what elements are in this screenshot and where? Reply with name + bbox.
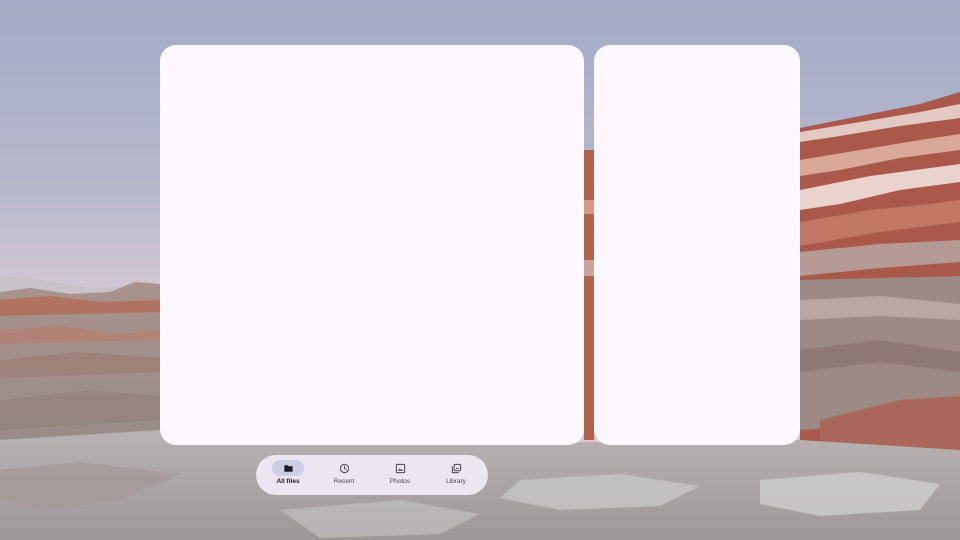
desktop: All files Recent Photos Library bbox=[0, 0, 960, 540]
nav-label: Library bbox=[446, 478, 466, 485]
nav-item-library[interactable]: Library bbox=[430, 455, 482, 495]
nav-label: Recent bbox=[333, 478, 355, 485]
side-panel bbox=[594, 45, 800, 445]
nav-item-photos[interactable]: Photos bbox=[374, 455, 426, 495]
nav-label: Photos bbox=[389, 478, 411, 485]
active-indicator bbox=[272, 460, 304, 476]
folder-icon bbox=[283, 464, 293, 472]
nav-item-recent[interactable]: Recent bbox=[318, 455, 370, 495]
clock-icon bbox=[339, 463, 349, 473]
nav-label: All files bbox=[276, 478, 300, 485]
nav-item-all-files[interactable]: All files bbox=[262, 455, 314, 495]
image-icon bbox=[395, 463, 405, 473]
main-panel bbox=[160, 45, 584, 445]
library-icon bbox=[451, 463, 461, 473]
bottom-navigation-bar: All files Recent Photos Library bbox=[256, 455, 488, 495]
